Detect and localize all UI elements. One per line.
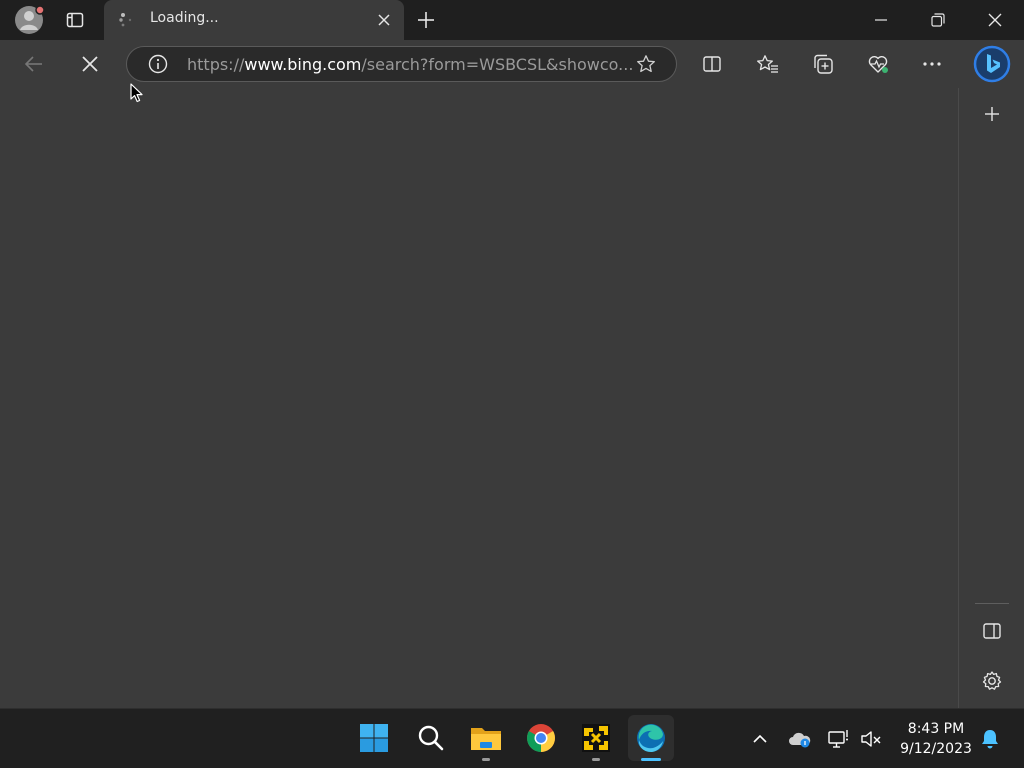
favorite-button[interactable] (634, 52, 658, 76)
url-path: /search?form=WSBCSL&showco... (361, 55, 634, 74)
collections-button[interactable] (807, 48, 839, 80)
loading-spinner-icon (116, 10, 136, 30)
sidebar-settings-button[interactable] (976, 665, 1008, 697)
close-icon (378, 14, 390, 26)
chrome-button[interactable] (518, 715, 564, 761)
search-icon (418, 725, 444, 751)
windows-start-icon (360, 724, 388, 752)
notification-bell-icon (982, 730, 998, 749)
edge-button[interactable] (628, 715, 674, 761)
cloud-icon (789, 732, 811, 748)
plus-icon (418, 12, 434, 28)
title-bar: Loading... (0, 0, 1024, 40)
site-info-button[interactable] (146, 52, 170, 76)
browser-essentials-icon (868, 56, 888, 73)
gear-icon (982, 671, 1002, 690)
more-icon (923, 62, 941, 66)
favorites-icon (757, 55, 778, 73)
page-content[interactable] (0, 88, 957, 708)
url-host: www.bing.com (244, 55, 362, 74)
clock-date: 9/12/2023 (900, 741, 972, 757)
mouse-cursor (130, 83, 144, 103)
address-bar[interactable]: https://www.bing.com/search?form=WSBCSL&… (126, 46, 677, 82)
tab-actions-icon (66, 12, 84, 28)
tab-close-button[interactable] (372, 8, 396, 32)
volume-tray-button[interactable] (857, 725, 885, 753)
bing-button[interactable] (972, 44, 1012, 84)
back-button[interactable] (18, 48, 50, 80)
minimize-icon (875, 19, 887, 21)
tab-title: Loading... (150, 10, 219, 26)
hide-sidebar-button[interactable] (976, 615, 1008, 647)
restore-icon (931, 13, 945, 27)
collections-icon (814, 54, 833, 74)
running-indicator (482, 758, 490, 761)
notifications-button[interactable] (976, 725, 1004, 753)
bing-icon (973, 45, 1011, 83)
favorites-button[interactable] (752, 48, 784, 80)
browser-essentials-button[interactable] (862, 48, 894, 80)
close-window-icon (988, 13, 1002, 27)
restore-button[interactable] (915, 0, 961, 40)
start-button[interactable] (351, 715, 397, 761)
favorite-star-icon (637, 55, 655, 73)
taskbar-search-button[interactable] (408, 715, 454, 761)
edge-icon (637, 724, 665, 752)
url-text[interactable]: https://www.bing.com/search?form=WSBCSL&… (187, 55, 633, 74)
clock-time: 8:43 PM (907, 721, 965, 737)
chevron-up-icon (753, 734, 767, 743)
split-screen-button[interactable] (696, 48, 728, 80)
yellow-app-icon (582, 724, 610, 752)
network-tray-button[interactable] (825, 725, 853, 753)
stop-icon (82, 56, 98, 72)
more-button[interactable] (916, 48, 948, 80)
tab-actions-button[interactable] (61, 6, 89, 34)
toolbar: https://www.bing.com/search?form=WSBCSL&… (0, 40, 1024, 88)
info-icon (148, 54, 168, 74)
sidebar-separator (975, 603, 1009, 604)
yellow-app-button[interactable] (573, 715, 619, 761)
avatar-icon (15, 5, 44, 34)
file-explorer-button[interactable] (463, 715, 509, 761)
active-indicator (641, 758, 661, 761)
show-hidden-icons-button[interactable] (746, 725, 774, 753)
network-icon (828, 730, 848, 748)
close-window-button[interactable] (972, 0, 1018, 40)
speaker-muted-icon (861, 731, 881, 747)
minimize-button[interactable] (858, 0, 904, 40)
split-screen-icon (703, 56, 721, 72)
sidebar-panel-icon (983, 623, 1001, 639)
sidebar-add-button[interactable] (976, 98, 1008, 130)
onedrive-tray-button[interactable] (786, 725, 814, 753)
taskbar-clock[interactable]: 8:43 PM 9/12/2023 (896, 719, 976, 759)
file-explorer-icon (471, 728, 501, 750)
taskbar: 8:43 PM 9/12/2023 (0, 708, 1024, 768)
stop-loading-button[interactable] (74, 48, 106, 80)
new-tab-button[interactable] (412, 6, 440, 34)
running-indicator (592, 758, 600, 761)
tab-active[interactable]: Loading... (104, 0, 404, 40)
right-sidebar (958, 88, 1024, 708)
chrome-icon (527, 724, 555, 752)
profile-avatar[interactable] (12, 3, 46, 37)
add-icon (985, 107, 999, 121)
url-prefix: https:// (187, 55, 245, 74)
back-arrow-icon (24, 56, 42, 72)
